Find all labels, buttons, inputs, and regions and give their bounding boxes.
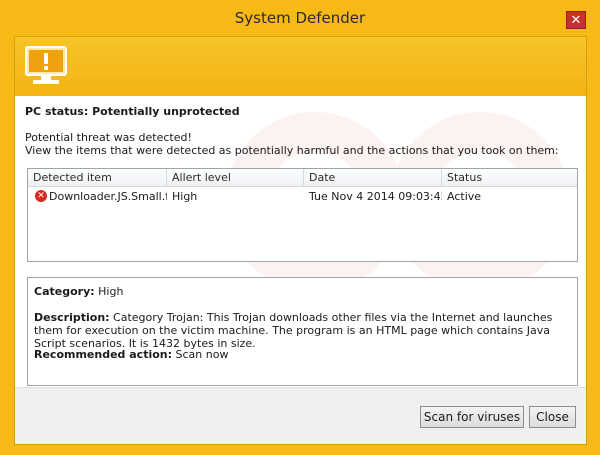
category-label: Category: [34, 285, 95, 298]
threat-message: Potential threat was detected! [25, 131, 192, 144]
row-alert-level: High [172, 190, 198, 203]
close-button[interactable]: Close [529, 406, 576, 428]
table-row[interactable]: ✕ Downloader.JS.Small.fi High Tue Nov 4 … [28, 188, 577, 205]
description-value: Category Trojan: This Trojan downloads o… [34, 311, 553, 350]
instructions-message: View the items that were detected as pot… [25, 144, 559, 157]
column-header-status[interactable]: Status [442, 169, 577, 187]
window-title: System Defender [234, 9, 366, 27]
column-header-date[interactable]: Date [304, 169, 442, 187]
pc-status-value: Potentially unprotected [92, 105, 240, 118]
recommended-action-line: Recommended action: Scan now [34, 348, 228, 361]
description-line: Description: Category Trojan: This Troja… [34, 311, 574, 350]
column-header-detected-item[interactable]: Detected item [28, 169, 167, 187]
recommended-action-label: Recommended action: [34, 348, 173, 361]
window-close-button[interactable]: ✕ [566, 11, 586, 29]
dialog-body: PC status: Potentially unprotected Poten… [14, 36, 587, 445]
pc-status: PC status: Potentially unprotected [25, 105, 240, 118]
category-line: Category: High [34, 285, 123, 298]
button-bar: Scan for viruses Close [15, 387, 586, 444]
row-date: Tue Nov 4 2014 09:03:45 [309, 190, 442, 203]
recommended-action-value: Scan now [175, 348, 229, 361]
detected-items-table[interactable]: Detected item Allert level Date Status ✕… [27, 168, 578, 262]
title-bar[interactable]: System Defender ✕ [0, 0, 600, 36]
row-detected-item: Downloader.JS.Small.fi [49, 190, 167, 203]
system-defender-window: System Defender ✕ PC status: Potentially… [0, 0, 600, 455]
threat-details-panel: Category: High Description: Category Tro… [27, 277, 578, 386]
table-header: Detected item Allert level Date Status [28, 169, 577, 187]
warning-monitor-icon [25, 46, 67, 84]
category-value: High [98, 285, 124, 298]
column-header-alert-level[interactable]: Allert level [167, 169, 304, 187]
row-status: Active [447, 190, 482, 203]
scan-for-viruses-button[interactable]: Scan for viruses [420, 406, 524, 428]
warning-banner [15, 37, 586, 96]
description-label: Description: [34, 311, 110, 324]
pc-status-label: PC status: [25, 105, 89, 118]
